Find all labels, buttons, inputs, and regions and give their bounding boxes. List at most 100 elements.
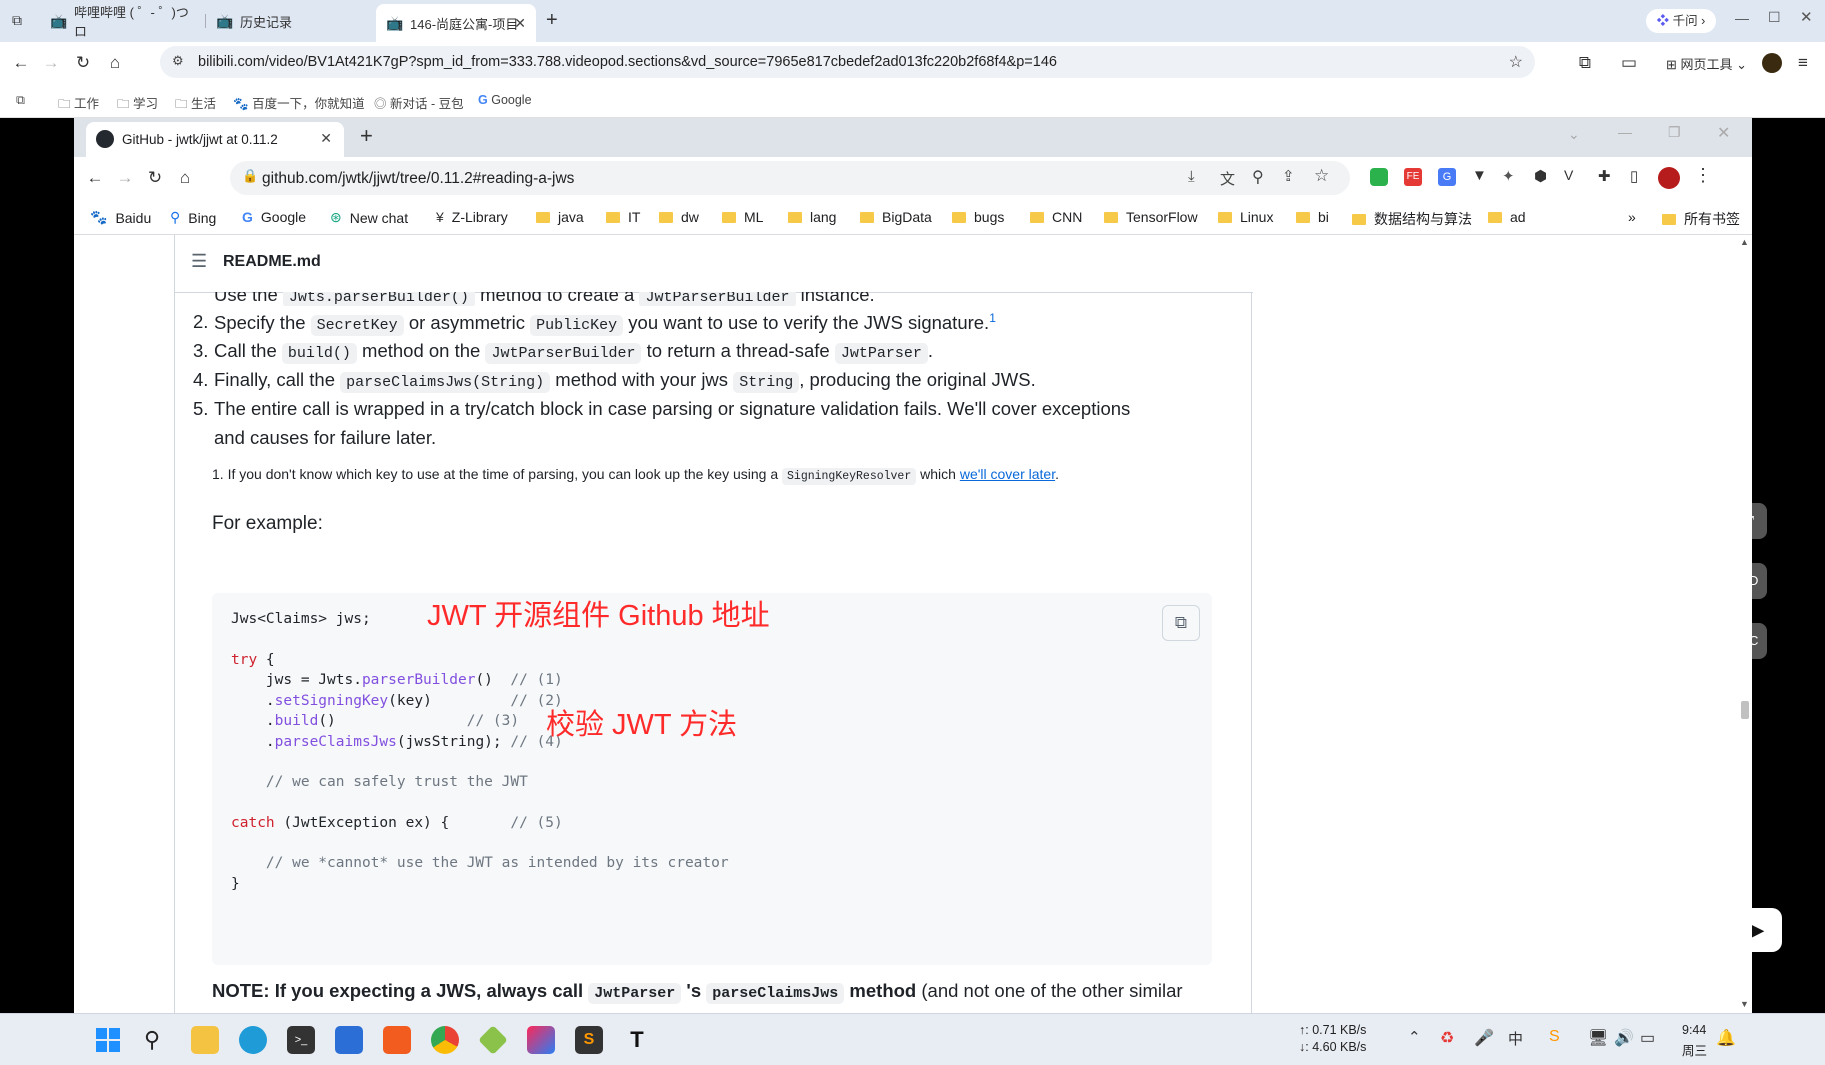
bookmark-google[interactable]: G Google bbox=[242, 209, 306, 225]
sublime-icon[interactable]: S bbox=[575, 1026, 603, 1054]
extension-icon[interactable]: ✦ bbox=[1502, 167, 1515, 185]
apps-icon[interactable]: ⧉ bbox=[16, 93, 25, 108]
fe-extension-icon[interactable]: FE bbox=[1404, 168, 1422, 186]
close-tab-icon[interactable]: ✕ bbox=[514, 15, 526, 32]
scrollbar-thumb[interactable] bbox=[1741, 701, 1749, 719]
bookmark-folder[interactable]: TensorFlow bbox=[1104, 209, 1198, 225]
bookmark-folder[interactable]: Linux bbox=[1218, 209, 1273, 225]
bookmark-folder[interactable]: 🗀 工作 bbox=[58, 93, 99, 116]
tab-list-icon[interactable]: ⌄ bbox=[1568, 126, 1580, 143]
bookmark-doubao[interactable]: ◎ 新对话 - 豆包 bbox=[374, 93, 464, 112]
outer-tab-bilibili[interactable]: 📺 哔哩哔哩 ( ゜- ゜)つロ bbox=[40, 5, 190, 39]
app-icon[interactable] bbox=[478, 1025, 508, 1055]
extension-icon[interactable]: V bbox=[1564, 167, 1573, 183]
extension-icon[interactable]: ⬢ bbox=[1534, 167, 1547, 185]
search-icon[interactable]: ⚲ bbox=[144, 1026, 172, 1054]
avatar[interactable] bbox=[1762, 53, 1782, 73]
site-info-icon[interactable]: ⚙ bbox=[172, 53, 184, 69]
bookmark-star-icon[interactable]: ☆ bbox=[1509, 52, 1523, 72]
reload-icon[interactable]: ↻ bbox=[144, 167, 166, 189]
outline-icon[interactable]: ☰ bbox=[191, 251, 207, 272]
close-window-button[interactable]: ✕ bbox=[1800, 8, 1813, 26]
bookmark-folder[interactable]: IT bbox=[606, 209, 640, 225]
bookmark-folder[interactable]: ad bbox=[1488, 209, 1526, 225]
copy-button[interactable]: ⧉ bbox=[1162, 605, 1200, 641]
typora-icon[interactable]: T bbox=[623, 1026, 651, 1054]
zoom-icon[interactable]: ⚲ bbox=[1252, 167, 1264, 187]
inner-address-bar[interactable]: 🔒 github.com/jwtk/jjwt/tree/0.11.2#readi… bbox=[230, 161, 1350, 195]
edge-icon[interactable] bbox=[239, 1026, 267, 1054]
cover-later-link[interactable]: we'll cover later bbox=[960, 466, 1055, 482]
cast-icon[interactable]: ▭ bbox=[1618, 52, 1640, 74]
qianwen-button[interactable]: ❖ 千问 › bbox=[1646, 9, 1716, 33]
back-icon[interactable]: ← bbox=[84, 167, 106, 189]
bookmark-folder[interactable]: bugs bbox=[952, 209, 1004, 225]
volume-icon[interactable]: 🔊 bbox=[1614, 1028, 1634, 1048]
reload-icon[interactable]: ↻ bbox=[72, 52, 94, 74]
web-tools-button[interactable]: ⊞ 网页工具 ⌄ bbox=[1666, 54, 1747, 73]
page-scrollbar[interactable]: ▲ ▼ bbox=[1738, 235, 1752, 1013]
puzzle-icon[interactable]: ✚ bbox=[1598, 167, 1611, 185]
close-window-button[interactable]: ✕ bbox=[1717, 123, 1730, 143]
bookmark-folder[interactable]: 数据结构与算法 bbox=[1352, 209, 1472, 229]
avatar[interactable] bbox=[1658, 167, 1680, 189]
back-icon[interactable]: ← bbox=[10, 52, 32, 74]
restore-button[interactable]: ❐ bbox=[1668, 124, 1681, 141]
bookmark-folder[interactable]: CNN bbox=[1030, 209, 1082, 225]
bookmark-folder[interactable]: BigData bbox=[860, 209, 932, 225]
more-bookmarks-button[interactable]: » bbox=[1628, 209, 1636, 225]
bookmark-folder[interactable]: 🗀 学习 bbox=[117, 93, 158, 116]
share-icon[interactable]: ⇪ bbox=[1282, 167, 1295, 185]
install-icon[interactable]: ⤓ bbox=[1188, 168, 1195, 185]
translate-extension-icon[interactable]: G bbox=[1438, 168, 1456, 186]
forward-icon[interactable]: → bbox=[40, 52, 62, 74]
chevron-up-icon[interactable]: ⌃ bbox=[1408, 1028, 1421, 1046]
forward-icon[interactable]: → bbox=[114, 167, 136, 189]
file-explorer-icon[interactable] bbox=[191, 1026, 219, 1054]
clock-time[interactable]: 9:44 bbox=[1682, 1023, 1706, 1037]
windows-start-icon[interactable] bbox=[94, 1026, 122, 1054]
bookmark-folder[interactable]: lang bbox=[788, 209, 836, 225]
bookmark-baidu[interactable]: 🐾 Baidu bbox=[90, 209, 151, 226]
intellij-icon[interactable] bbox=[527, 1026, 555, 1054]
bookmark-folder[interactable]: java bbox=[536, 209, 584, 225]
footnote-ref[interactable]: 1 bbox=[989, 311, 996, 325]
minimize-button[interactable]: — bbox=[1618, 124, 1632, 140]
chrome-icon[interactable] bbox=[431, 1026, 459, 1054]
bookmark-bing[interactable]: ⚲ Bing bbox=[170, 209, 216, 226]
sublime-tray-icon[interactable]: S bbox=[1549, 1028, 1560, 1046]
app-icon[interactable] bbox=[383, 1026, 411, 1054]
bookmark-google[interactable]: G Google bbox=[478, 93, 532, 107]
new-tab-button[interactable]: + bbox=[546, 9, 558, 32]
sidepanel-icon[interactable]: ▯ bbox=[1630, 167, 1638, 185]
outer-tab-history[interactable]: 📺 历史记录 bbox=[206, 6, 366, 36]
bookmark-baidu[interactable]: 🐾 百度一下，你就知道 bbox=[233, 93, 365, 112]
terminal-icon[interactable]: >_ bbox=[287, 1026, 315, 1054]
new-tab-button[interactable]: + bbox=[360, 123, 373, 149]
outer-tab-video[interactable]: 📺 146-尚庭公寓-项目 ✕ bbox=[376, 4, 536, 42]
all-bookmarks-folder[interactable]: 所有书签 bbox=[1662, 209, 1740, 229]
app-tray-icon[interactable]: ♻ bbox=[1440, 1028, 1454, 1048]
scroll-down-icon[interactable]: ▼ bbox=[1740, 999, 1749, 1009]
vue-extension-icon[interactable]: ▼ bbox=[1472, 167, 1487, 184]
bookmark-folder[interactable]: bi bbox=[1296, 209, 1329, 225]
maximize-button[interactable]: ☐ bbox=[1768, 9, 1781, 26]
home-icon[interactable]: ⌂ bbox=[104, 52, 126, 74]
network-icon[interactable]: 🖥 bbox=[1588, 1028, 1608, 1048]
clock-day[interactable]: 周三 bbox=[1682, 1040, 1707, 1059]
bookmark-star-icon[interactable]: ☆ bbox=[1314, 166, 1329, 186]
shield-extension-icon[interactable] bbox=[1370, 168, 1388, 186]
extensions-icon[interactable]: ⧉ bbox=[1574, 52, 1596, 74]
close-tab-icon[interactable]: ✕ bbox=[320, 130, 332, 147]
minimize-button[interactable]: — bbox=[1735, 10, 1749, 26]
bookmark-zlibrary[interactable]: ¥ Z-Library bbox=[436, 209, 508, 225]
bookmark-folder[interactable]: ML bbox=[722, 209, 763, 225]
bookmark-new-chat[interactable]: ⊛ New chat bbox=[330, 209, 408, 226]
scroll-up-icon[interactable]: ▲ bbox=[1740, 237, 1749, 247]
input-method-icon[interactable]: 中 bbox=[1508, 1028, 1523, 1049]
bookmark-folder[interactable]: dw bbox=[659, 209, 699, 225]
battery-icon[interactable]: ▭ bbox=[1640, 1028, 1655, 1048]
microphone-icon[interactable]: 🎤 bbox=[1474, 1028, 1494, 1048]
translate-icon[interactable]: 文 bbox=[1220, 168, 1235, 189]
inner-tab-github[interactable]: GitHub - jwtk/jjwt at 0.11.2 ✕ bbox=[86, 122, 344, 157]
